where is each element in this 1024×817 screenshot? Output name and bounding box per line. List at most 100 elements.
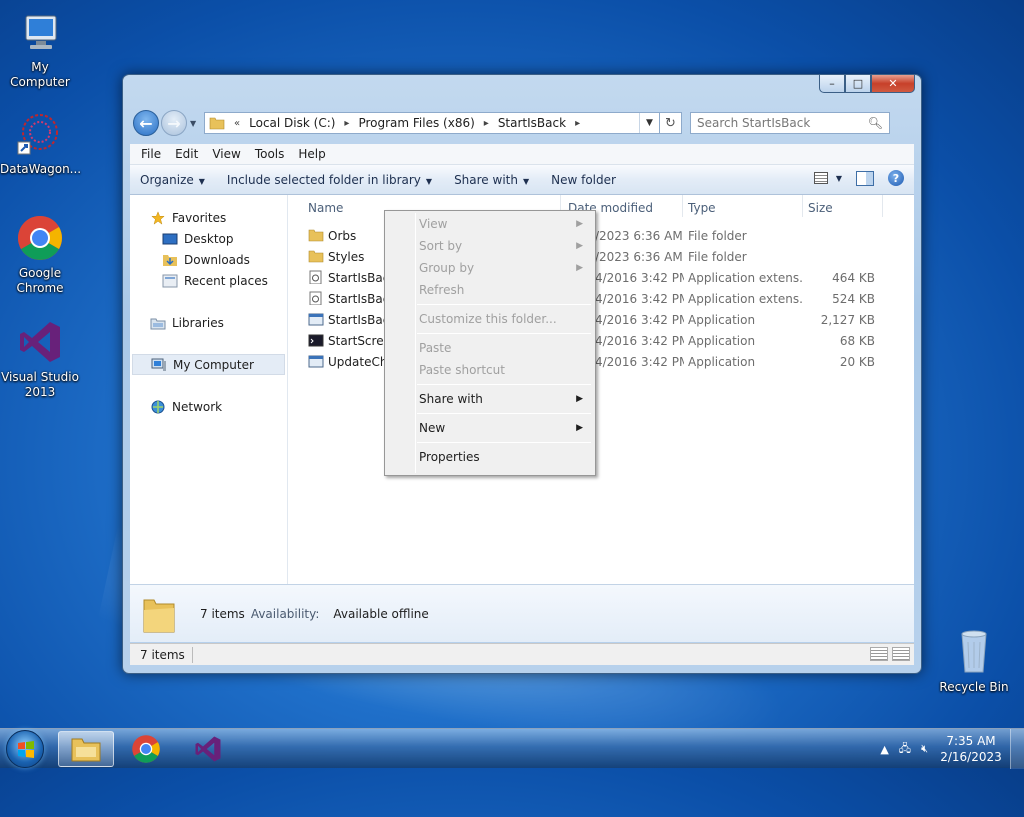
file-row[interactable]: StartIsBackCfg 10/24/2016 3:42 PM Applicat… xyxy=(288,309,914,330)
chrome-icon xyxy=(132,735,160,763)
breadcrumb-startisback[interactable]: StartIsBack xyxy=(492,116,572,130)
menu-edit[interactable]: Edit xyxy=(168,147,205,161)
file-row[interactable]: StartIsBack32.dll10/24/2016 3:42 PMAppli… xyxy=(288,267,914,288)
search-icon[interactable]: 🔍︎ xyxy=(868,116,883,130)
column-header-name[interactable]: Name xyxy=(308,201,343,217)
file-type: Application xyxy=(688,334,756,348)
include-label: Include selected folder in library xyxy=(226,172,421,187)
show-hidden-icons-icon[interactable]: ▲ xyxy=(880,743,888,756)
refresh-icon[interactable]: ↻ xyxy=(660,112,682,134)
show-desktop-button[interactable] xyxy=(1010,729,1024,769)
network-status-icon[interactable]: 🖧︎ xyxy=(899,740,911,759)
chrome-icon xyxy=(16,214,64,262)
navigation-bar: ← → ▼ « Local Disk (C:) ▸ Program Files … xyxy=(133,109,913,137)
file-size: 2,127 KB xyxy=(820,313,875,327)
breadcrumb-separator-icon[interactable]: ▸ xyxy=(572,118,583,129)
help-icon[interactable]: ? xyxy=(888,170,904,186)
breadcrumb-overflow[interactable]: « xyxy=(231,118,243,129)
file-row[interactable]: StartScreen 10/24/2016 3:42 PM Application… xyxy=(288,330,914,351)
nav-label: Favorites xyxy=(172,210,227,225)
address-bar[interactable]: « Local Disk (C:) ▸ Program Files (x86) … xyxy=(204,112,660,134)
taskbar-visual-studio[interactable] xyxy=(180,731,236,767)
recent-pages-dropdown[interactable]: ▼ xyxy=(190,119,200,128)
network-icon xyxy=(151,400,165,413)
visual-studio-icon xyxy=(195,736,221,762)
menu-item-label: Group by xyxy=(419,261,475,275)
file-row[interactable]: UpdateChe 10/24/2016 3:42 PM Application 20… xyxy=(288,351,914,372)
menu-help[interactable]: Help xyxy=(291,147,332,161)
context-menu-item-new[interactable]: New ▶ xyxy=(387,417,593,439)
maximize-button[interactable]: □ xyxy=(845,75,871,93)
share-label: Share with xyxy=(454,172,518,187)
nav-recent-places[interactable]: Recent places xyxy=(130,270,287,291)
file-type: File folder xyxy=(688,229,747,243)
clock[interactable]: 7:35 AM 2/16/2023 xyxy=(938,733,1004,765)
app-icon xyxy=(308,355,324,368)
context-menu-item-refresh[interactable]: Refresh xyxy=(387,279,593,301)
menu-view[interactable]: View xyxy=(205,147,247,161)
breadcrumb-separator-icon[interactable]: ▸ xyxy=(341,118,352,129)
breadcrumb-local-disk[interactable]: Local Disk (C:) xyxy=(243,116,341,130)
taskbar-chrome[interactable] xyxy=(118,731,174,767)
menu-item-label: Sort by xyxy=(419,239,463,253)
back-button[interactable]: ← xyxy=(133,110,159,136)
include-in-library-button[interactable]: Include selected folder in library ▼ xyxy=(227,173,432,187)
change-view-button[interactable]: ▼ xyxy=(813,172,842,184)
search-input[interactable]: Search StartIsBack 🔍︎ xyxy=(690,112,890,134)
chevron-down-icon: ▼ xyxy=(522,176,530,186)
desktop-icon-visual-studio[interactable]: Visual Studio 2013 xyxy=(0,318,80,400)
desktop-icon-label: My Computer xyxy=(10,60,70,89)
new-folder-button[interactable]: New folder xyxy=(551,173,616,187)
context-menu-item-customize-this-folder[interactable]: Customize this folder... xyxy=(387,308,593,330)
desktop-icon-label: Visual Studio 2013 xyxy=(1,370,79,399)
file-row[interactable]: Orbs 2/16/2023 6:36 AM File folder xyxy=(288,225,914,246)
details-view-icon[interactable] xyxy=(870,647,888,661)
column-header-size[interactable]: Size xyxy=(808,201,833,217)
start-button[interactable] xyxy=(6,730,44,768)
volume-muted-icon[interactable]: 🔇︎ xyxy=(921,742,928,756)
context-menu-item-group-by[interactable]: Group by ▶ xyxy=(387,257,593,279)
nav-desktop[interactable]: Desktop xyxy=(130,228,287,249)
menu-file[interactable]: File xyxy=(134,147,168,161)
nav-network[interactable]: Network xyxy=(130,396,287,417)
nav-my-computer[interactable]: My Computer xyxy=(132,354,285,375)
desktop-icon-recycle-bin[interactable]: Recycle Bin xyxy=(934,628,1014,695)
explorer-icon xyxy=(71,738,101,762)
desktop-icon-chrome[interactable]: Google Chrome xyxy=(0,214,80,296)
taskbar-explorer[interactable] xyxy=(58,731,114,767)
nav-libraries[interactable]: Libraries xyxy=(130,312,287,333)
minimize-button[interactable]: – xyxy=(819,75,845,93)
forward-button[interactable]: → xyxy=(161,110,187,136)
share-with-button[interactable]: Share with ▼ xyxy=(454,173,529,187)
context-menu-item-properties[interactable]: Properties xyxy=(387,446,593,468)
organize-button[interactable]: Organize ▼ xyxy=(140,173,205,187)
nav-label: My Computer xyxy=(173,357,254,372)
details-pane: 7 items Availability: Available offline xyxy=(130,584,914,642)
file-size: 464 KB xyxy=(832,271,875,285)
file-row[interactable]: Styles 2/16/2023 6:36 AM File folder xyxy=(288,246,914,267)
desktop-icon-datawagon[interactable]: DataWagon... xyxy=(0,110,81,177)
folder-icon xyxy=(308,250,324,263)
context-menu-item-view[interactable]: View ▶ xyxy=(387,213,593,235)
address-history-dropdown[interactable]: ▼ xyxy=(639,113,659,133)
close-button[interactable]: ✕ xyxy=(871,75,915,93)
file-row[interactable]: StartIsBack64.dll10/24/2016 3:42 PMAppli… xyxy=(288,288,914,309)
preview-pane-icon[interactable] xyxy=(856,170,874,186)
nav-favorites[interactable]: Favorites xyxy=(130,207,287,228)
status-text: 7 items xyxy=(133,646,193,663)
breadcrumb-program-files[interactable]: Program Files (x86) xyxy=(352,116,480,130)
context-menu-item-share-with[interactable]: Share with ▶ xyxy=(387,388,593,410)
context-menu-item-sort-by[interactable]: Sort by ▶ xyxy=(387,235,593,257)
context-menu-item-paste[interactable]: Paste xyxy=(387,337,593,359)
context-menu-item-paste-shortcut[interactable]: Paste shortcut xyxy=(387,359,593,381)
large-icons-view-icon[interactable] xyxy=(892,647,910,661)
nav-downloads[interactable]: Downloads xyxy=(130,249,287,270)
availability-label: Availability: xyxy=(250,606,320,621)
recycle-bin-icon xyxy=(950,628,998,676)
desktop-icon-my-computer[interactable]: My Computer xyxy=(0,8,80,90)
menu-tools[interactable]: Tools xyxy=(248,147,292,161)
desktop-icon-label: Recycle Bin xyxy=(939,680,1009,694)
submenu-arrow-icon: ▶ xyxy=(576,263,583,273)
breadcrumb-separator-icon[interactable]: ▸ xyxy=(481,118,492,129)
column-header-type[interactable]: Type xyxy=(688,201,716,217)
